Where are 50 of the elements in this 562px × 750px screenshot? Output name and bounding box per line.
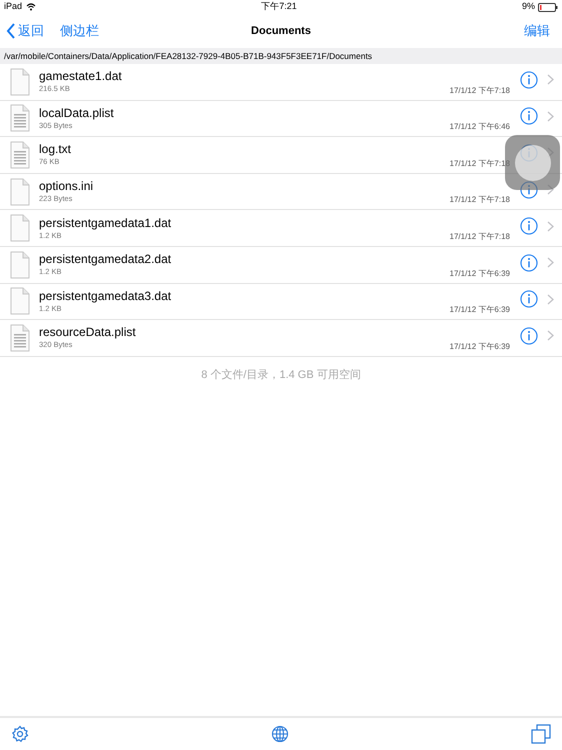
file-icon — [10, 287, 30, 316]
chevron-left-icon — [6, 23, 16, 39]
back-button[interactable]: 返回 — [6, 21, 44, 41]
info-icon[interactable] — [520, 254, 538, 272]
settings-icon[interactable] — [11, 725, 29, 743]
file-name: localData.plist — [39, 106, 115, 120]
file-name: log.txt — [39, 142, 72, 156]
chevron-right-icon — [547, 220, 554, 232]
text-file-icon — [10, 140, 30, 169]
globe-icon[interactable] — [271, 725, 289, 743]
file-name: persistentgamedata2.dat — [39, 252, 172, 266]
file-icon — [10, 178, 30, 206]
file-name: persistentgamedata3.dat — [39, 288, 172, 303]
chevron-right-icon — [547, 110, 554, 122]
info-icon[interactable] — [520, 290, 538, 308]
wifi-icon — [26, 3, 36, 11]
file-icon — [10, 250, 30, 279]
file-date: 17/1/12 下午6:39 — [450, 304, 510, 316]
path-bar: /var/mobile/Containers/Data/Application/FEA28132-7929-4B05-B71B-943F5F3EE71F/Documents — [0, 48, 562, 64]
file-icon — [10, 214, 30, 242]
file-date: 17/1/12 下午7:18 — [450, 194, 510, 206]
device-name: iPad — [4, 0, 22, 14]
file-date: 17/1/12 下午7:18 — [450, 230, 510, 243]
chevron-right-icon — [547, 294, 554, 305]
file-icon — [10, 68, 30, 96]
file-date: 17/1/12 下午7:18 — [450, 84, 510, 97]
window-title: Documents — [251, 24, 311, 39]
file-name: persistentgamedata1.dat — [39, 216, 172, 230]
storage-summary: 8 个文件/目录，1.4 GB 可用空间 — [200, 368, 362, 383]
file-date: 17/1/12 下午6:46 — [450, 121, 510, 134]
battery-percent: 9% — [522, 0, 535, 14]
battery-icon — [538, 2, 558, 12]
file-date: 17/1/12 下午6:39 — [450, 268, 510, 280]
chevron-right-icon — [547, 257, 554, 268]
info-icon[interactable] — [520, 70, 538, 89]
info-icon[interactable] — [520, 326, 538, 345]
edit-button[interactable]: 编辑 — [524, 21, 550, 41]
chevron-right-icon — [547, 330, 554, 342]
chevron-right-icon — [547, 74, 554, 86]
sidebar-button[interactable]: 侧边栏 — [60, 21, 99, 41]
file-name: resourceData.plist — [39, 325, 137, 340]
text-file-icon — [10, 324, 30, 352]
windows-icon[interactable] — [531, 724, 551, 744]
file-name: options.ini — [39, 179, 94, 194]
status-time: 下午7:21 — [261, 0, 297, 14]
info-icon[interactable] — [520, 107, 538, 126]
text-file-icon — [10, 104, 30, 132]
file-name: gamestate1.dat — [39, 69, 123, 84]
file-date: 17/1/12 下午6:39 — [450, 340, 510, 353]
info-icon[interactable] — [520, 217, 538, 236]
